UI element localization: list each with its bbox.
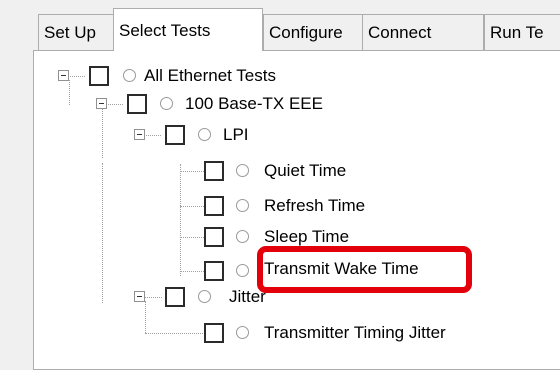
status-circle-icon	[236, 326, 249, 339]
tree-label-root[interactable]: All Ethernet Tests	[144, 65, 276, 87]
collapse-icon[interactable]	[58, 70, 69, 81]
collapse-icon[interactable]	[134, 129, 145, 140]
status-circle-icon	[198, 128, 211, 141]
tab-label: Set Up	[44, 23, 96, 42]
tab-bar: Set Up Select Tests Configure Connect Ru…	[0, 0, 560, 51]
tree-connector	[102, 163, 103, 303]
tree-connector	[180, 271, 204, 272]
tree-connector	[180, 206, 204, 207]
tree-label-refresh-time[interactable]: Refresh Time	[264, 195, 365, 217]
tree-connector	[145, 301, 146, 333]
tab-connect[interactable]: Connect	[362, 14, 484, 50]
tree-connector	[180, 237, 204, 238]
tree-connector	[145, 333, 205, 334]
collapse-icon[interactable]	[134, 291, 145, 302]
status-circle-icon	[236, 264, 249, 277]
highlight-box	[257, 246, 472, 293]
checkbox-transmitter-timing-jitter[interactable]	[204, 323, 224, 343]
status-circle-icon	[236, 199, 249, 212]
tree-label-group[interactable]: 100 Base-TX EEE	[185, 93, 323, 115]
collapse-icon[interactable]	[96, 98, 107, 109]
checkbox-transmit-wake-time[interactable]	[204, 261, 224, 281]
status-circle-icon	[236, 230, 249, 243]
tree-connector	[69, 80, 70, 105]
tree-label-quiet-time[interactable]: Quiet Time	[264, 160, 346, 182]
tree-connector	[102, 106, 103, 158]
tab-run-tests[interactable]: Run Te	[484, 14, 560, 50]
tree-label-sleep-time[interactable]: Sleep Time	[264, 226, 349, 248]
tab-label: Run Te	[490, 23, 544, 42]
tab-label: Connect	[368, 23, 432, 42]
tree-connector	[180, 164, 181, 276]
test-tree[interactable]: All Ethernet Tests 100 Base-TX EEE LPI Q…	[33, 50, 560, 367]
status-circle-icon	[198, 290, 211, 303]
status-circle-icon	[160, 97, 173, 110]
tree-label-lpi[interactable]: LPI	[223, 124, 249, 146]
checkbox-lpi[interactable]	[165, 125, 185, 145]
tab-configure[interactable]: Configure	[263, 14, 363, 50]
tab-select-tests[interactable]: Select Tests	[113, 8, 263, 51]
tree-connector	[180, 171, 204, 172]
checkbox-sleep-time[interactable]	[204, 227, 224, 247]
tab-setup[interactable]: Set Up	[38, 14, 114, 50]
checkbox-all-ethernet-tests[interactable]	[89, 66, 109, 86]
checkbox-quiet-time[interactable]	[204, 161, 224, 181]
status-circle-icon	[236, 164, 249, 177]
checkbox-100-base-tx-eee[interactable]	[127, 94, 147, 114]
tree-label-transmitter-timing-jitter[interactable]: Transmitter Timing Jitter	[264, 322, 446, 344]
tab-label: Select Tests	[119, 21, 211, 40]
checkbox-jitter[interactable]	[165, 287, 185, 307]
tab-label: Configure	[269, 23, 343, 42]
status-circle-icon	[123, 69, 136, 82]
checkbox-refresh-time[interactable]	[204, 196, 224, 216]
